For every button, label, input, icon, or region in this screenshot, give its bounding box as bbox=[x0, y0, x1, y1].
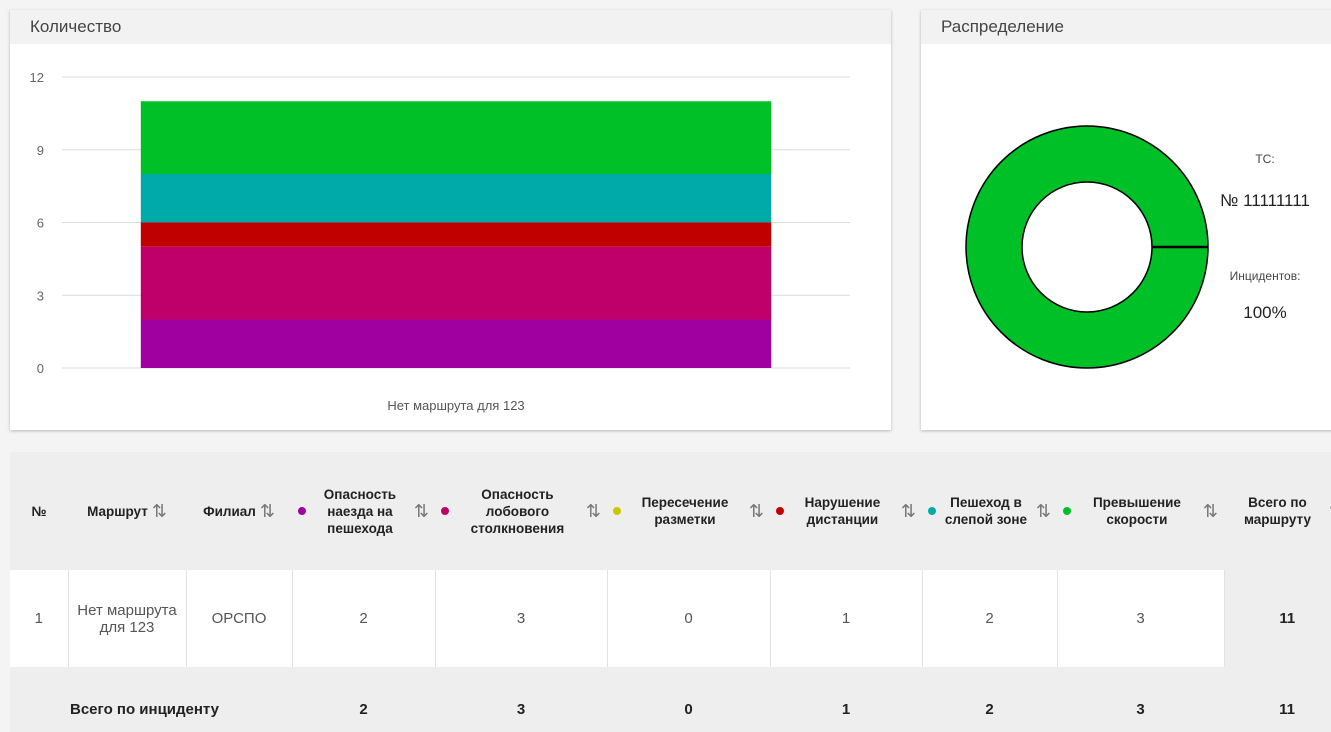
total-all: 11 bbox=[1224, 667, 1331, 732]
y-tick-label: 0 bbox=[37, 361, 44, 376]
col-c6-label: Превышение скорости bbox=[1092, 495, 1181, 527]
bar-segment[interactable] bbox=[140, 222, 772, 247]
col-total-label: Всего по маршруту bbox=[1243, 495, 1311, 527]
donut-inner-outline bbox=[1021, 181, 1153, 313]
y-tick-label: 9 bbox=[37, 143, 44, 158]
col-header-blind-spot[interactable]: Пешеход в слепой зоне ⇅ bbox=[922, 452, 1057, 570]
total-c1: 2 bbox=[292, 667, 435, 732]
sort-icon[interactable]: ⇅ bbox=[414, 501, 429, 522]
col-header-distance[interactable]: Нарушение дистанции ⇅ bbox=[770, 452, 922, 570]
sort-icon[interactable]: ⇅ bbox=[1203, 501, 1218, 522]
bar-segment[interactable] bbox=[140, 174, 772, 223]
col-header-head-on[interactable]: Опасность лобового столкновения ⇅ bbox=[435, 452, 607, 570]
col-c3-label: Пересечение разметки bbox=[641, 495, 729, 527]
table-row[interactable]: 1 Нет маршрута для 123 ОРСПО 2 3 0 1 2 3… bbox=[10, 570, 1331, 667]
totals-row: Всего по инциденту 2 3 0 1 2 3 11 bbox=[10, 667, 1331, 732]
donut-chart: ТС: № 11111111 Инцидентов: 100% bbox=[965, 125, 1310, 369]
legend-dot-icon bbox=[298, 507, 306, 515]
incidents-table: № Маршрут ⇅ Филиал ⇅ Опасность наезда на п… bbox=[10, 452, 1331, 732]
cell-c4: 1 bbox=[769, 570, 922, 667]
totals-label: Всего по инциденту bbox=[10, 667, 292, 732]
bar-segment[interactable] bbox=[140, 246, 772, 320]
distribution-panel: Распределение ТС: № 11111111 Инцидентов:… bbox=[921, 10, 1331, 430]
y-tick-label: 6 bbox=[37, 216, 44, 231]
col-c5-label: Пешеход в слепой зоне bbox=[944, 495, 1028, 527]
total-c4: 1 bbox=[770, 667, 922, 732]
col-header-speeding[interactable]: Превышение скорости ⇅ bbox=[1057, 452, 1224, 570]
col-header-route[interactable]: Маршрут ⇅ bbox=[68, 452, 186, 570]
col-header-branch[interactable]: Филиал ⇅ bbox=[186, 452, 292, 570]
cell-route: Нет маршрута для 123 bbox=[67, 570, 186, 667]
cell-c1: 2 bbox=[291, 570, 435, 667]
stacked-bar-chart: 0 3 6 9 12 Нет маршрута для 123 bbox=[30, 70, 850, 413]
sort-icon[interactable]: ⇅ bbox=[260, 501, 275, 522]
sort-icon[interactable]: ⇅ bbox=[749, 501, 764, 522]
col-header-route-total[interactable]: Всего по маршруту⇅ bbox=[1224, 452, 1331, 570]
cell-route-total: 11 bbox=[1223, 570, 1331, 667]
col-header-lane-cross[interactable]: Пересечение разметки ⇅ bbox=[607, 452, 770, 570]
total-c6: 3 bbox=[1057, 667, 1224, 732]
legend-dot-icon bbox=[928, 507, 936, 515]
vehicle-number: № 11111111 bbox=[1220, 191, 1310, 210]
bar-segment[interactable] bbox=[140, 319, 772, 369]
total-c2: 3 bbox=[435, 667, 607, 732]
count-panel: Количество 0 3 6 9 12 Нет маршрута для 123 bbox=[10, 10, 891, 430]
total-c5: 2 bbox=[922, 667, 1057, 732]
incidents-table-container: № Маршрут ⇅ Филиал ⇅ Опасность наезда на п… bbox=[10, 452, 1331, 732]
col-c4-label: Нарушение дистанции bbox=[804, 495, 881, 527]
col-route-label: Маршрут bbox=[87, 503, 148, 519]
legend-dot-icon bbox=[613, 507, 621, 515]
legend-dot-icon bbox=[441, 507, 449, 515]
table-header-row: № Маршрут ⇅ Филиал ⇅ Опасность наезда на п… bbox=[10, 452, 1331, 570]
count-panel-title: Количество bbox=[10, 10, 891, 44]
y-tick-label: 3 bbox=[37, 288, 44, 303]
incidents-label: Инцидентов: bbox=[1230, 269, 1301, 283]
x-category-label: Нет маршрута для 123 bbox=[387, 398, 524, 413]
sort-icon[interactable]: ⇅ bbox=[901, 501, 916, 522]
cell-c6: 3 bbox=[1056, 570, 1224, 667]
col-c1-label: Опасность наезда на пешехода bbox=[323, 486, 397, 536]
cell-branch: ОРСПО bbox=[185, 570, 292, 667]
cell-c2: 3 bbox=[434, 570, 607, 667]
cell-c3: 0 bbox=[606, 570, 770, 667]
y-tick-label: 12 bbox=[30, 70, 44, 85]
legend-dot-icon bbox=[1063, 507, 1071, 515]
sort-icon[interactable]: ⇅ bbox=[152, 501, 167, 522]
col-header-pedestrian-hit[interactable]: Опасность наезда на пешехода ⇅ bbox=[292, 452, 435, 570]
incidents-value: 100% bbox=[1243, 303, 1286, 322]
legend-dot-icon bbox=[776, 507, 784, 515]
bar-segment[interactable] bbox=[140, 101, 772, 174]
distribution-panel-title: Распределение bbox=[921, 10, 1331, 44]
sort-icon[interactable]: ⇅ bbox=[586, 501, 601, 522]
vehicle-label: ТС: bbox=[1255, 152, 1274, 166]
col-c2-label: Опасность лобового столкновения bbox=[470, 486, 565, 536]
total-c3: 0 bbox=[607, 667, 770, 732]
sort-icon[interactable]: ⇅ bbox=[1036, 501, 1051, 522]
col-num-label: № bbox=[31, 503, 47, 519]
col-branch-label: Филиал bbox=[203, 503, 256, 519]
cell-num: 1 bbox=[10, 570, 68, 667]
cell-c5: 2 bbox=[921, 570, 1057, 667]
col-header-num: № bbox=[10, 452, 68, 570]
